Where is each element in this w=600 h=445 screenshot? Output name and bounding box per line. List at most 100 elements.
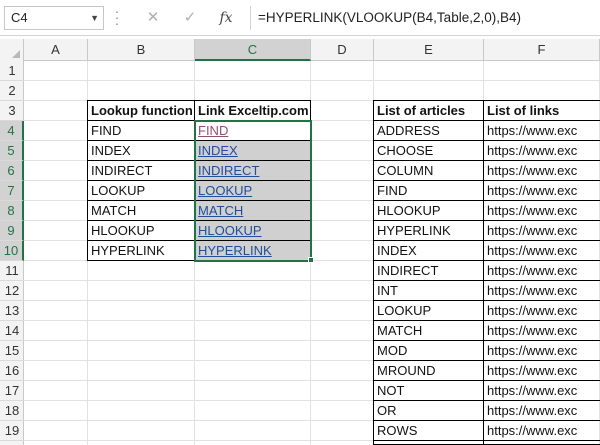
row-header-4[interactable]: 4 — [0, 121, 24, 141]
link-cell[interactable]: https://www.exc — [484, 301, 599, 321]
lookup-function-cell[interactable]: HYPERLINK — [88, 241, 194, 261]
link-cell[interactable]: https://www.exc — [484, 361, 599, 381]
select-all-icon — [12, 50, 20, 58]
link-cell[interactable]: https://www.exc — [484, 421, 599, 441]
hyperlink-cell[interactable]: INDEX — [195, 141, 310, 161]
row-header-3[interactable]: 3 — [0, 101, 24, 121]
article-cell[interactable]: MROUND — [374, 361, 483, 381]
link-cell[interactable]: https://www.exc — [484, 341, 599, 361]
column-header-c[interactable]: C — [195, 39, 311, 61]
table-divider — [373, 360, 600, 361]
row-header-19[interactable]: 19 — [0, 421, 24, 441]
hyperlink-cell[interactable]: LOOKUP — [195, 181, 310, 201]
lookup-function-cell[interactable]: HLOOKUP — [88, 221, 194, 241]
table-divider — [483, 100, 484, 445]
lookup-function-cell[interactable]: MATCH — [88, 201, 194, 221]
hyperlink-cell[interactable]: HLOOKUP — [195, 221, 310, 241]
formula-input[interactable]: =HYPERLINK(VLOOKUP(B4,Table,2,0),B4) — [258, 6, 521, 30]
table-divider — [373, 300, 600, 301]
article-cell[interactable]: ADDRESS — [374, 121, 483, 141]
name-box[interactable]: C4 ▼ — [4, 6, 104, 30]
table-divider — [373, 220, 600, 221]
article-cell[interactable]: CHOOSE — [374, 141, 483, 161]
row-header-5[interactable]: 5 — [0, 141, 24, 161]
link-cell[interactable]: https://www.exc — [484, 161, 599, 181]
links-header[interactable]: List of links — [484, 101, 599, 121]
column-header-a[interactable]: A — [24, 39, 88, 61]
article-cell[interactable]: ROWS — [374, 421, 483, 441]
row-header-13[interactable]: 13 — [0, 301, 24, 321]
gridline — [310, 61, 311, 445]
column-header-d[interactable]: D — [311, 39, 374, 61]
article-cell[interactable]: FIND — [374, 181, 483, 201]
column-header-f[interactable]: F — [484, 39, 600, 61]
link-cell[interactable]: https://www.exc — [484, 261, 599, 281]
article-cell[interactable]: NOT — [374, 381, 483, 401]
more-options-icon[interactable]: · · · — [112, 4, 122, 30]
row-header-7[interactable]: 7 — [0, 181, 24, 201]
worksheet-grid[interactable]: Lookup function Link Exceltip.com FIND F… — [24, 61, 600, 445]
column-header-b[interactable]: B — [88, 39, 195, 61]
lookup-header-link[interactable]: Link Exceltip.com — [195, 101, 310, 121]
fill-handle[interactable] — [308, 257, 314, 263]
link-cell[interactable]: https://www.exc — [484, 401, 599, 421]
article-cell[interactable]: INT — [374, 281, 483, 301]
table-divider — [373, 180, 600, 181]
check-icon[interactable]: ✓ — [180, 8, 200, 28]
lookup-header-function[interactable]: Lookup function — [88, 101, 194, 121]
row-header-18[interactable]: 18 — [0, 401, 24, 421]
link-cell[interactable]: https://www.exc — [484, 321, 599, 341]
row-header-1[interactable]: 1 — [0, 61, 24, 81]
table-divider — [373, 120, 600, 121]
row-header-6[interactable]: 6 — [0, 161, 24, 181]
link-cell[interactable]: https://www.exc — [484, 181, 599, 201]
link-cell[interactable]: https://www.exc — [484, 141, 599, 161]
row-header-16[interactable]: 16 — [0, 361, 24, 381]
articles-header[interactable]: List of articles — [374, 101, 483, 121]
fx-icon[interactable]: fx — [216, 8, 236, 28]
lookup-function-cell[interactable]: INDIRECT — [88, 161, 194, 181]
row-header-17[interactable]: 17 — [0, 381, 24, 401]
article-cell[interactable]: HLOOKUP — [374, 201, 483, 221]
hyperlink-cell[interactable]: MATCH — [195, 201, 310, 221]
row-header-9[interactable]: 9 — [0, 221, 24, 241]
chevron-down-icon[interactable]: ▼ — [90, 7, 99, 29]
article-cell[interactable]: MATCH — [374, 321, 483, 341]
hyperlink-cell[interactable]: FIND — [195, 121, 310, 141]
article-cell[interactable]: INDIRECT — [374, 261, 483, 281]
article-cell[interactable]: COLUMN — [374, 161, 483, 181]
table-divider — [373, 240, 600, 241]
row-header-11[interactable]: 11 — [0, 261, 24, 281]
row-header-12[interactable]: 12 — [0, 281, 24, 301]
lookup-function-cell[interactable]: INDEX — [88, 141, 194, 161]
lookup-function-cell[interactable]: LOOKUP — [88, 181, 194, 201]
article-cell[interactable]: HYPERLINK — [374, 221, 483, 241]
row-header-10[interactable]: 10 — [0, 241, 24, 261]
select-all-button[interactable] — [0, 39, 24, 61]
table-divider — [87, 120, 311, 121]
lookup-function-cell[interactable]: FIND — [88, 121, 194, 141]
link-cell[interactable]: https://www.exc — [484, 381, 599, 401]
article-cell[interactable]: MOD — [374, 341, 483, 361]
link-cell[interactable]: https://www.exc — [484, 221, 599, 241]
table-divider — [373, 400, 600, 401]
article-cell[interactable]: OR — [374, 401, 483, 421]
hyperlink-cell[interactable]: INDIRECT — [195, 161, 310, 181]
table-divider — [373, 280, 600, 281]
row-header-14[interactable]: 14 — [0, 321, 24, 341]
row-header-8[interactable]: 8 — [0, 201, 24, 221]
table-divider — [373, 320, 600, 321]
link-cell[interactable]: https://www.exc — [484, 281, 599, 301]
link-cell[interactable]: https://www.exc — [484, 241, 599, 261]
table-divider — [87, 200, 311, 201]
article-cell[interactable]: INDEX — [374, 241, 483, 261]
cross-icon[interactable]: ✕ — [143, 8, 163, 28]
link-cell[interactable]: https://www.exc — [484, 201, 599, 221]
table-divider — [373, 420, 600, 421]
link-cell[interactable]: https://www.exc — [484, 121, 599, 141]
article-cell[interactable]: LOOKUP — [374, 301, 483, 321]
row-header-2[interactable]: 2 — [0, 81, 24, 101]
hyperlink-cell[interactable]: HYPERLINK — [195, 241, 310, 261]
row-header-15[interactable]: 15 — [0, 341, 24, 361]
column-header-e[interactable]: E — [374, 39, 484, 61]
